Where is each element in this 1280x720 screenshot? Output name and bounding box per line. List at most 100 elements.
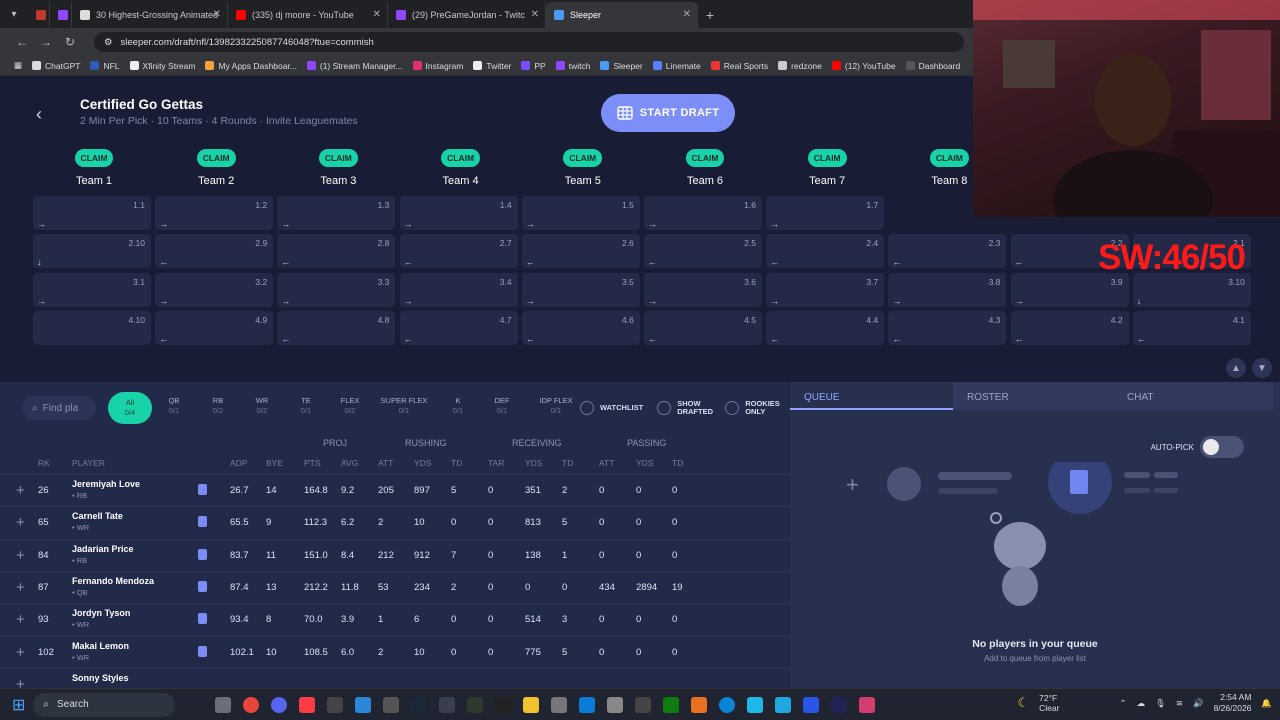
- player-news-icon[interactable]: [198, 580, 207, 592]
- table-row[interactable]: + Jadarian Price • RB 84 83.7 11 151.0 8.4 212 91…: [0, 538, 790, 571]
- position-filter[interactable]: TE 0/1: [284, 392, 328, 424]
- bookmark[interactable]: My Apps Dashboar...: [200, 61, 301, 71]
- table-row[interactable]: + Makai Lemon • WR 102 102.1 10 108.5 6.0 2 10 0 0 7…: [0, 635, 790, 668]
- bookmark[interactable]: Dashboard: [901, 61, 966, 71]
- claim-team-button[interactable]: CLAIM: [929, 149, 969, 167]
- table-row[interactable]: + Jordyn Tyson • WR 93 93.4 8 70.0 3.9 1 6 0 0 514 3 0…: [0, 603, 790, 635]
- settings-icon[interactable]: [551, 696, 568, 713]
- add-to-queue-icon[interactable]: +: [16, 644, 25, 661]
- position-filter[interactable]: DEF 0/1: [480, 392, 524, 424]
- bookmark[interactable]: Twitter: [468, 61, 516, 71]
- draft-pick-slot[interactable]: 3.8 →: [888, 272, 1007, 307]
- player-name[interactable]: Jadarian Price: [72, 544, 134, 554]
- taskbar-search[interactable]: ⌕ Search: [33, 692, 176, 717]
- position-filter[interactable]: WR 0/2: [240, 392, 284, 424]
- obs-icon[interactable]: [327, 696, 344, 713]
- player-name[interactable]: Jordyn Tyson: [72, 608, 130, 618]
- add-to-queue-icon[interactable]: +: [16, 611, 25, 628]
- draft-pick-slot[interactable]: 1.6 →: [644, 196, 762, 230]
- col-pass-yds[interactable]: YDS: [636, 458, 653, 468]
- app-icon[interactable]: [691, 696, 708, 713]
- network-icon[interactable]: ☁: [1137, 698, 1146, 709]
- pinned-tab[interactable]: [28, 2, 50, 28]
- tab-chat[interactable]: CHAT: [1113, 382, 1273, 410]
- claim-team-button[interactable]: CLAIM: [318, 149, 358, 167]
- add-to-queue-icon[interactable]: +: [16, 514, 25, 531]
- draft-pick-slot[interactable]: 3.4 →: [399, 272, 518, 307]
- table-row[interactable]: + Jeremiyah Love • RB 26 26.7 14 164.8 9.2 205 89…: [0, 474, 790, 506]
- draft-pick-slot[interactable]: 4.8 ←: [277, 310, 396, 345]
- discord-icon[interactable]: [271, 696, 288, 713]
- draft-pick-slot[interactable]: 1.2 →: [155, 196, 274, 230]
- microphone-icon[interactable]: 🎙: [1155, 698, 1166, 709]
- col-bye[interactable]: BYE: [266, 458, 283, 468]
- edge-icon[interactable]: [579, 696, 596, 713]
- bookmark[interactable]: Real Sports: [706, 61, 773, 71]
- position-filter[interactable]: IDP FLEX 0/1: [524, 392, 588, 424]
- bookmark[interactable]: NFL: [85, 61, 124, 71]
- draft-pick-slot[interactable]: 2.7 ←: [399, 234, 518, 269]
- bookmark[interactable]: PP: [516, 61, 550, 71]
- chevron-up-icon[interactable]: ⌃: [1119, 698, 1126, 709]
- close-tab-icon[interactable]: ✕: [373, 9, 381, 20]
- tab-roster[interactable]: ROSTER: [953, 382, 1113, 410]
- player-name[interactable]: Carnell Tate: [72, 511, 123, 521]
- claim-team-button[interactable]: CLAIM: [563, 149, 603, 167]
- add-to-queue-icon[interactable]: +: [16, 547, 25, 564]
- player-news-icon[interactable]: [198, 516, 207, 528]
- photos-icon[interactable]: [355, 696, 372, 713]
- browser-tab-active[interactable]: Sleeper ✕: [546, 2, 698, 28]
- position-filter[interactable]: All 0/4: [108, 392, 152, 424]
- notification-bell-icon[interactable]: 🔔: [1261, 698, 1272, 709]
- col-rec-td[interactable]: TD: [562, 458, 573, 468]
- draft-pick-slot[interactable]: 4.9 ←: [155, 310, 274, 345]
- back-chevron-icon[interactable]: ‹: [36, 104, 42, 125]
- draft-pick-slot[interactable]: 3.5 →: [521, 272, 640, 307]
- player-news-icon[interactable]: [198, 548, 207, 560]
- file-explorer-icon[interactable]: [523, 696, 540, 713]
- app-icon[interactable]: [803, 696, 820, 713]
- player-search-input[interactable]: ⌕ Find pla: [22, 396, 96, 420]
- player-news-icon[interactable]: [198, 613, 207, 625]
- position-filter[interactable]: RB 0/2: [196, 392, 240, 424]
- col-pass-att[interactable]: ATT: [599, 458, 614, 468]
- add-to-queue-icon[interactable]: +: [16, 579, 25, 596]
- draft-pick-slot[interactable]: 2.8 ←: [277, 234, 396, 269]
- rookies-only-toggle[interactable]: ROOKIES ONLY: [725, 400, 781, 416]
- player-news-icon[interactable]: [198, 645, 207, 657]
- table-row[interactable]: + Carnell Tate • WR 65 65.5 9 112.3 6.2 2 10 0 0 813…: [0, 506, 790, 538]
- bookmark[interactable]: (12) YouTube: [827, 61, 901, 71]
- steam-icon[interactable]: [411, 696, 428, 713]
- ea-icon[interactable]: [831, 696, 848, 713]
- draft-pick-slot[interactable]: 1.1 →: [33, 196, 151, 230]
- draft-pick-slot[interactable]: 4.6 ←: [521, 310, 640, 345]
- browser-tab[interactable]: (29) PreGameJordan - Twitc ✕: [388, 2, 546, 28]
- player-name[interactable]: Fernando Mendoza: [72, 576, 154, 586]
- player-name[interactable]: Jeremiyah Love: [72, 479, 140, 489]
- draft-pick-slot[interactable]: 3.3 →: [277, 272, 396, 307]
- claim-team-button[interactable]: CLAIM: [196, 149, 236, 167]
- col-pass-td[interactable]: TD: [672, 458, 683, 468]
- player-news-icon[interactable]: [198, 484, 207, 495]
- show-drafted-toggle[interactable]: SHOW DRAFTED: [657, 400, 713, 416]
- draft-pick-slot[interactable]: 4.3 ←: [888, 310, 1007, 345]
- col-rush-yds[interactable]: YDS: [414, 458, 431, 468]
- clock[interactable]: 2:54 AM 8/26/2026: [1214, 692, 1252, 714]
- close-tab-icon[interactable]: ✕: [213, 9, 221, 20]
- tab-search-icon[interactable]: ▾: [0, 0, 28, 28]
- draft-pick-slot[interactable]: 4.7 ←: [399, 310, 518, 345]
- draft-pick-slot[interactable]: 1.7 →: [766, 196, 885, 230]
- bookmark[interactable]: Instagram: [408, 61, 469, 71]
- draft-pick-slot[interactable]: 3.7 →: [766, 272, 885, 307]
- windows-start-icon[interactable]: ⊞: [12, 695, 25, 715]
- draft-pick-slot[interactable]: 4.10: [33, 310, 151, 345]
- draft-pick-slot[interactable]: 3.2 →: [155, 272, 274, 307]
- draft-pick-slot[interactable]: 3.1 →: [33, 272, 151, 307]
- claim-team-button[interactable]: CLAIM: [74, 149, 114, 167]
- draft-pick-slot[interactable]: 4.2 ←: [1010, 310, 1129, 345]
- apps-icon[interactable]: ▦: [0, 60, 27, 71]
- bookmark[interactable]: Xfinity Stream: [125, 61, 201, 71]
- bookmark[interactable]: Sleeper: [595, 61, 647, 71]
- bookmark[interactable]: ChatGPT: [27, 61, 85, 71]
- claim-team-button[interactable]: CLAIM: [807, 149, 847, 167]
